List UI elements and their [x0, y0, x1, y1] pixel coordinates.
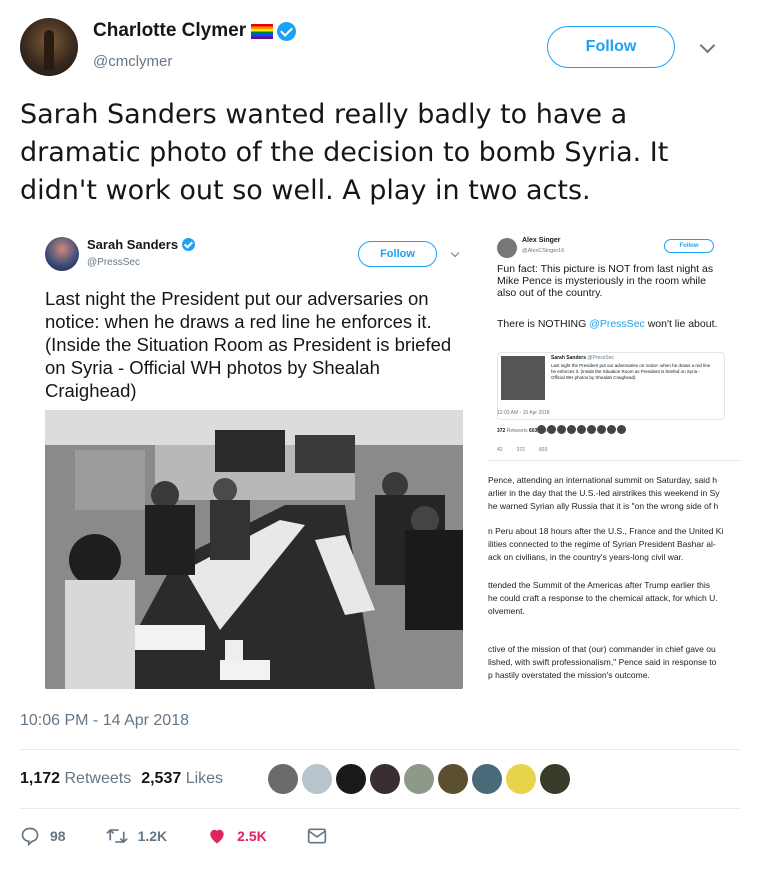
embedded-name: Sarah Sanders — [87, 237, 179, 252]
text-part: won't lie about. — [644, 318, 718, 330]
author-handle[interactable]: @cmclymer — [93, 53, 172, 70]
likes-stat[interactable]: 2,537 Likes — [141, 770, 223, 788]
quoted-handle: @PressSec — [587, 355, 614, 361]
quoted-name-row: Sarah Sanders @PressSec — [551, 355, 614, 361]
text-part: There is NOTHING — [497, 318, 590, 330]
author-avatar[interactable] — [20, 18, 78, 76]
article-line: he could craft a response to the chemica… — [488, 593, 718, 603]
quoted-name: Sarah Sanders — [551, 355, 587, 361]
quoted-retweets: 372 — [516, 447, 525, 453]
author-name-row[interactable]: Charlotte Clymer — [93, 20, 297, 42]
liker-avatar — [577, 425, 586, 434]
article-line: p hastily overstated the mission's outco… — [488, 670, 650, 680]
liker-avatar — [617, 425, 626, 434]
quoted-text: Last night the President put our adversa… — [551, 363, 711, 380]
article-line: ttended the Summit of the Americas after… — [488, 580, 711, 590]
liker-avatar — [537, 425, 546, 434]
retweet-count: 1.2K — [137, 828, 168, 844]
retweet-icon — [105, 828, 128, 844]
quoted-photo-thumbnail — [501, 356, 545, 400]
liker-avatars — [268, 764, 570, 794]
liker-avatar — [607, 425, 616, 434]
liker-avatar[interactable] — [336, 764, 366, 794]
article-line: n Peru about 18 hours after the U.S., Fr… — [488, 526, 724, 536]
embedded-tweet-text-2: Fun fact: This picture is NOT from last … — [497, 263, 714, 299]
retweets-stat[interactable]: 1,172 Retweets — [20, 770, 131, 788]
tweet-timestamp[interactable]: 10:06 PM - 14 Apr 2018 — [20, 712, 189, 730]
liker-avatar[interactable] — [370, 764, 400, 794]
mention-link: @PressSec — [589, 318, 645, 330]
follow-button[interactable]: Follow — [547, 26, 675, 68]
embedded-handle-2: @AlexCSinger16 — [522, 248, 565, 254]
tweet-text: Sarah Sanders wanted really badly to hav… — [20, 99, 669, 206]
article-line: olvement. — [488, 606, 525, 616]
quoted-rt-count: 372 — [497, 428, 506, 434]
article-line: ilities connected to the regime of Syria… — [488, 539, 716, 549]
retweet-button[interactable]: 1.2K — [105, 826, 168, 846]
reply-button[interactable]: 98 — [20, 826, 66, 846]
quoted-replies: 42 — [497, 447, 503, 453]
liker-avatar[interactable] — [438, 764, 468, 794]
liker-avatar[interactable] — [472, 764, 502, 794]
quoted-timestamp: 12:03 AM - 15 Apr 2018 — [497, 410, 550, 416]
like-count: 2.5K — [237, 828, 267, 844]
heart-icon — [210, 829, 224, 844]
embedded-name-row: Sarah Sanders — [87, 237, 196, 252]
article-line: lished, with swift professionalism," Pen… — [488, 657, 717, 667]
divider — [20, 808, 741, 809]
liker-avatar[interactable] — [506, 764, 536, 794]
likes-label: Likes — [185, 770, 224, 787]
retweets-label: Retweets — [64, 770, 132, 787]
like-button[interactable]: 2.5K — [207, 826, 267, 846]
embedded-avatar — [45, 237, 79, 271]
reply-count: 98 — [50, 828, 66, 844]
article-line: ctive of the mission of that (our) comma… — [488, 644, 716, 654]
divider — [20, 749, 741, 750]
embedded-avatar-2 — [497, 238, 517, 258]
embedded-follow-button: Follow — [358, 241, 437, 267]
direct-message-button[interactable] — [307, 827, 327, 845]
liker-avatar — [567, 425, 576, 434]
likes-count: 2,537 — [141, 770, 182, 787]
article-line: Pence, attending an international summit… — [488, 475, 718, 485]
quoted-actions: 42 372 603 — [497, 447, 547, 453]
embedded-handle: @PressSec — [87, 257, 140, 268]
liker-avatar — [547, 425, 556, 434]
tweet-stats: 1,172 Retweets 2,537 Likes — [20, 770, 223, 788]
embedded-tweet-text: Last night the President put our adversa… — [45, 288, 452, 401]
divider — [488, 460, 740, 461]
liker-avatar[interactable] — [302, 764, 332, 794]
liker-avatar — [557, 425, 566, 434]
article-line: ack on civilians, in the country's years… — [488, 552, 684, 562]
situation-room-photo-drawing — [45, 410, 463, 689]
liker-avatar — [597, 425, 606, 434]
reply-icon — [21, 827, 39, 846]
article-line: he warned Syrian ally Russia that it is … — [488, 501, 719, 511]
embedded-name-2: Alex Singer — [522, 237, 561, 244]
embedded-tweet-text-2b: There is NOTHING @PressSec won't lie abo… — [497, 318, 727, 330]
liker-avatar[interactable] — [268, 764, 298, 794]
verified-badge-icon — [182, 238, 196, 251]
rainbow-flag-icon — [251, 23, 274, 39]
verified-badge-icon — [277, 21, 297, 41]
quoted-likers — [537, 425, 626, 434]
article-line: arlier in the day that the U.S.-led airs… — [488, 488, 720, 498]
liker-avatar[interactable] — [540, 764, 570, 794]
liker-avatar — [587, 425, 596, 434]
quoted-rt-label: Retweets — [506, 428, 528, 434]
envelope-icon — [307, 828, 326, 844]
author-name[interactable]: Charlotte Clymer — [93, 20, 246, 42]
retweets-count: 1,172 — [20, 770, 61, 787]
embedded-follow-button-2: Follow — [664, 239, 714, 253]
chevron-down-icon[interactable] — [699, 37, 716, 54]
liker-avatar[interactable] — [404, 764, 434, 794]
situation-room-photo — [45, 410, 463, 689]
tweet-actions: 98 1.2K 2.5K — [20, 826, 367, 846]
quoted-likes: 603 — [538, 447, 548, 453]
